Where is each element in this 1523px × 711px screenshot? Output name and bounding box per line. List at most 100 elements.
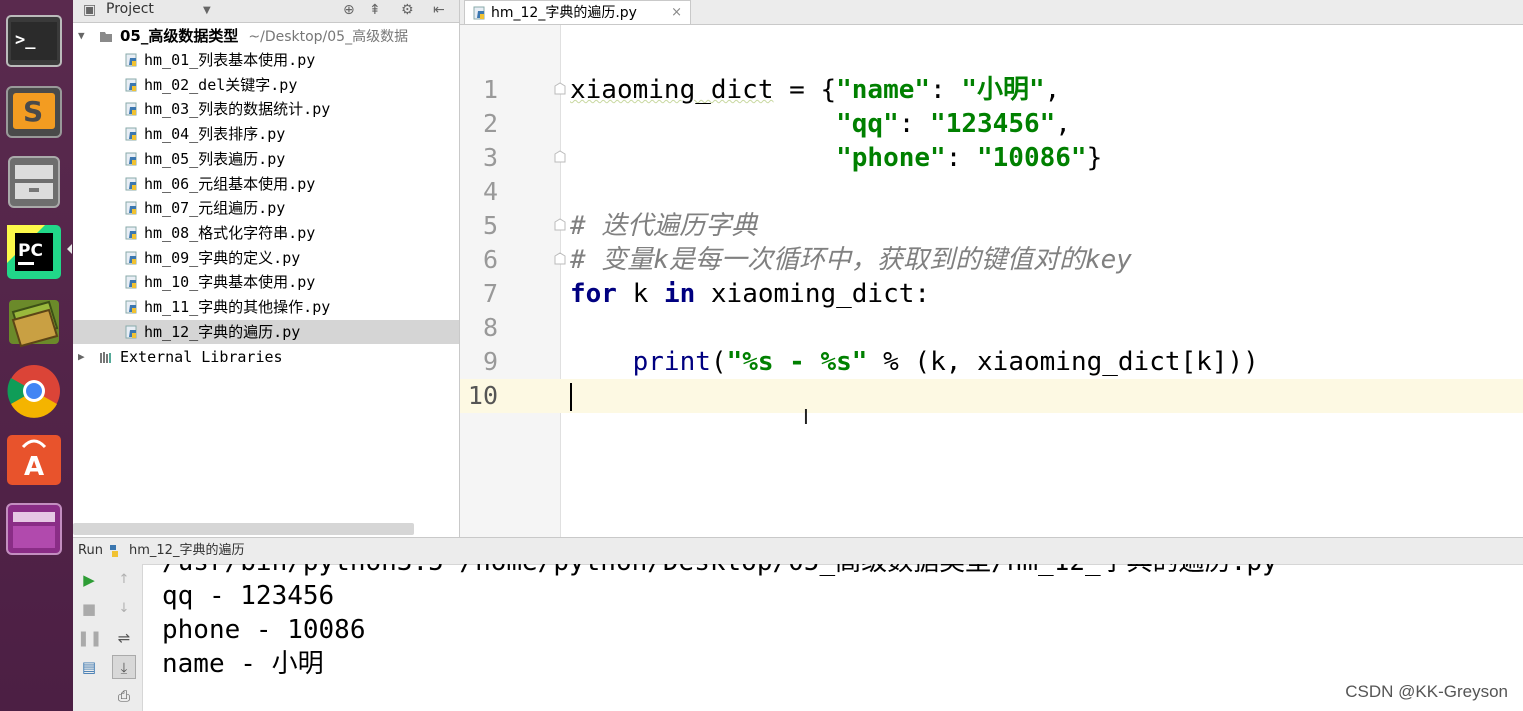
- file-name: hm_10_字典基本使用.py: [144, 273, 316, 292]
- line-number: 9: [482, 347, 498, 376]
- dropdown-arrow-icon[interactable]: ▼: [203, 5, 211, 16]
- code-line[interactable]: 8: [460, 311, 1523, 345]
- run-config-name[interactable]: hm_12_字典的遍历: [129, 538, 244, 564]
- launcher-glyph: A: [24, 452, 44, 482]
- console-line: name - 小明: [162, 649, 324, 679]
- file-name: hm_12_字典的遍历.py: [144, 322, 301, 341]
- code-line[interactable]: 9 print("%s - %s" % (k, xiaoming_dict[k]…: [460, 345, 1523, 379]
- launcher-glyph: >_: [15, 30, 36, 50]
- expand-arrow-icon[interactable]: ▼: [78, 24, 85, 48]
- tree-file-item[interactable]: hm_09_字典的定义.py: [73, 246, 459, 270]
- code-line[interactable]: 2 "qq": "123456",: [460, 107, 1523, 141]
- python-file-icon: [473, 6, 485, 20]
- tree-file-item[interactable]: hm_07_元组遍历.py: [73, 196, 459, 220]
- run-label: Run: [78, 543, 103, 558]
- close-icon[interactable]: ×: [671, 1, 682, 25]
- run-panel: Run hm_12_字典的遍历 ▶ ↑ ■ ↓ ❚❚ ⇌ ▤ ⤓ ⎙ /usr/…: [73, 537, 1523, 711]
- workspace-switcher-icon[interactable]: [5, 500, 63, 558]
- python-file-icon: [125, 201, 137, 215]
- file-name: hm_02_del关键字.py: [144, 75, 298, 94]
- editor-tab[interactable]: hm_12_字典的遍历.py ×: [464, 0, 691, 24]
- fold-marker-icon[interactable]: [553, 150, 567, 164]
- file-cabinet-icon[interactable]: [5, 153, 63, 211]
- project-title[interactable]: Project: [106, 1, 154, 17]
- tree-file-item[interactable]: hm_04_列表排序.py: [73, 122, 459, 146]
- code-line[interactable]: 1 xiaoming_dict = {"name": "小明",: [460, 73, 1523, 107]
- python-file-icon: [125, 275, 137, 289]
- hide-panel-icon[interactable]: ⇤: [433, 2, 445, 18]
- file-name: hm_03_列表的数据统计.py: [144, 100, 331, 119]
- file-name: hm_08_格式化字符串.py: [144, 223, 316, 242]
- root-folder-name: 05_高级数据类型: [120, 27, 239, 45]
- print-icon[interactable]: ⎙: [112, 684, 136, 708]
- scroll-down-icon[interactable]: ↓: [112, 597, 136, 621]
- file-name: hm_06_元组基本使用.py: [144, 174, 316, 193]
- console-output[interactable]: /usr/bin/python3.5 /home/python/Desktop/…: [162, 564, 1522, 711]
- books-icon[interactable]: [5, 292, 63, 350]
- code-text: # 迭代遍历字典: [570, 211, 758, 241]
- line-number: 2: [482, 109, 498, 138]
- tree-file-item[interactable]: hm_05_列表遍历.py: [73, 147, 459, 171]
- tree-file-item[interactable]: hm_11_字典的其他操作.py: [73, 295, 459, 319]
- external-libraries-node[interactable]: ▶ External Libraries: [73, 345, 459, 369]
- soft-wrap-icon[interactable]: ⇌: [112, 626, 136, 650]
- tree-file-item[interactable]: hm_08_格式化字符串.py: [73, 221, 459, 245]
- watermark: CSDN @KK-Greyson: [1345, 682, 1508, 701]
- collapsed-arrow-icon[interactable]: ▶: [78, 345, 85, 369]
- project-view-icon[interactable]: ▣: [83, 2, 96, 18]
- line-number: 10: [467, 381, 498, 410]
- terminal-icon[interactable]: >_: [5, 12, 63, 70]
- python-file-icon: [125, 300, 137, 314]
- software-center-icon[interactable]: A: [5, 431, 63, 489]
- code-line[interactable]: 5 # 迭代遍历字典: [460, 209, 1523, 243]
- rerun-icon[interactable]: ▶: [77, 568, 101, 592]
- code-line[interactable]: 10: [460, 379, 1523, 413]
- locate-icon[interactable]: ⊕: [343, 2, 355, 18]
- chrome-icon[interactable]: [5, 362, 63, 420]
- file-name: hm_04_列表排序.py: [144, 125, 286, 144]
- python-file-icon: [125, 78, 137, 92]
- python-file-icon: [125, 53, 137, 67]
- line-number: 5: [482, 211, 498, 240]
- scroll-up-icon[interactable]: ↑: [112, 568, 136, 592]
- collapse-icon[interactable]: ⇞: [369, 2, 381, 18]
- stop-icon[interactable]: ■: [77, 597, 101, 621]
- console-line: phone - 10086: [162, 615, 366, 645]
- tree-file-item[interactable]: hm_10_字典基本使用.py: [73, 270, 459, 294]
- code-line[interactable]: 7 for k in xiaoming_dict:: [460, 277, 1523, 311]
- root-folder-path: ~/Desktop/05_高级数据: [248, 29, 409, 45]
- tree-file-item[interactable]: hm_06_元组基本使用.py: [73, 172, 459, 196]
- fold-marker-icon[interactable]: [553, 218, 567, 232]
- code-line[interactable]: 3 "phone": "10086"}: [460, 141, 1523, 175]
- tree-file-item[interactable]: hm_03_列表的数据统计.py: [73, 97, 459, 121]
- launcher-glyph: S: [23, 95, 43, 128]
- library-icon: [100, 352, 111, 363]
- ubuntu-launcher: >_ S PC A: [0, 0, 73, 711]
- pause-icon[interactable]: ❚❚: [77, 626, 102, 650]
- tree-file-item[interactable]: hm_01_列表基本使用.py: [73, 48, 459, 72]
- code-text: # 变量k是每一次循环中，获取到的键值对的key: [570, 245, 1132, 275]
- gear-icon[interactable]: ⚙: [401, 2, 414, 18]
- code-line[interactable]: 6 # 变量k是每一次循环中，获取到的键值对的key: [460, 243, 1523, 277]
- line-number: 8: [482, 313, 498, 342]
- file-name: hm_07_元组遍历.py: [144, 199, 286, 218]
- run-toolbar: ▶ ↑ ■ ↓ ❚❚ ⇌ ▤ ⤓ ⎙: [73, 564, 143, 711]
- code-line[interactable]: 4: [460, 175, 1523, 209]
- python-file-icon: [125, 325, 137, 339]
- code-text: "qq": "123456",: [836, 109, 1071, 139]
- tree-file-item[interactable]: hm_02_del关键字.py: [73, 73, 459, 97]
- code-text: "phone": "10086"}: [836, 143, 1103, 173]
- tree-root-folder[interactable]: ▼ 05_高级数据类型 ~/Desktop/05_高级数据: [73, 24, 459, 48]
- code-editor[interactable]: hm_12_字典的遍历.py × 1 xiaoming_dict = {"name…: [460, 0, 1523, 537]
- dump-threads-icon[interactable]: ▤: [77, 655, 101, 679]
- launcher-glyph: PC: [18, 241, 43, 261]
- editor-tab-bar: hm_12_字典的遍历.py ×: [460, 0, 1523, 25]
- pycharm-icon[interactable]: PC: [5, 223, 63, 281]
- horizontal-scrollbar[interactable]: [73, 523, 414, 535]
- fold-marker-icon[interactable]: [553, 252, 567, 266]
- tree-file-item[interactable]: hm_12_字典的遍历.py: [73, 319, 459, 344]
- scroll-to-end-icon[interactable]: ⤓: [112, 655, 136, 679]
- python-file-icon: [125, 127, 137, 141]
- sublime-text-icon[interactable]: S: [5, 83, 63, 141]
- fold-marker-icon[interactable]: [553, 82, 567, 96]
